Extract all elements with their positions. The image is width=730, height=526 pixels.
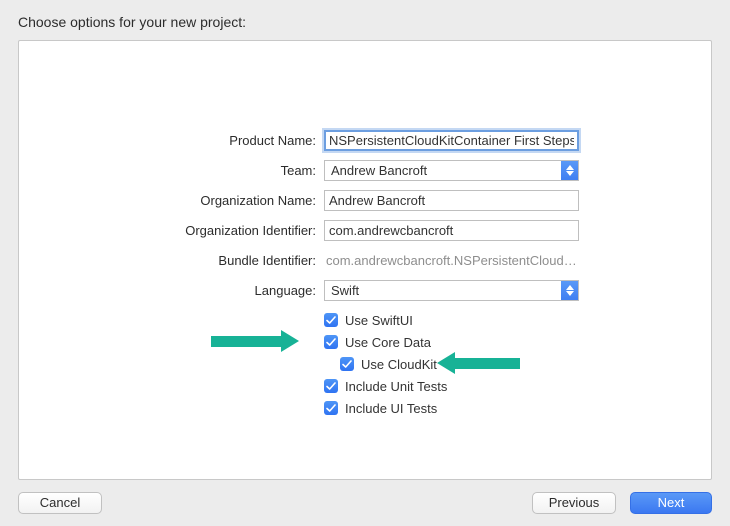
- annotation-arrow-cloudkit: [437, 354, 520, 372]
- row-org-name: Organization Name:: [19, 185, 711, 215]
- label-product-name: Product Name:: [19, 133, 324, 148]
- dialog-title: Choose options for your new project:: [18, 14, 712, 30]
- checkbox-swiftui-label: Use SwiftUI: [345, 313, 413, 328]
- label-team: Team:: [19, 163, 324, 178]
- language-select[interactable]: Swift: [324, 280, 579, 301]
- row-team: Team: Andrew Bancroft: [19, 155, 711, 185]
- next-button[interactable]: Next: [630, 492, 712, 514]
- label-language: Language:: [19, 283, 324, 298]
- team-select-value: Andrew Bancroft: [325, 163, 561, 178]
- row-bundle-id: Bundle Identifier: com.andrewcbancroft.N…: [19, 245, 711, 275]
- bundle-id-value: com.andrewcbancroft.NSPersistentCloudKit…: [324, 253, 579, 268]
- checkbox-icon: [324, 335, 338, 349]
- form-panel: Product Name: Team: Andrew Bancroft Orga…: [18, 40, 712, 480]
- checkbox-unittests[interactable]: Include Unit Tests: [324, 375, 711, 397]
- product-name-field[interactable]: [324, 130, 579, 151]
- row-product-name: Product Name:: [19, 125, 711, 155]
- dialog-footer: Cancel Previous Next: [18, 480, 712, 514]
- language-select-value: Swift: [325, 283, 561, 298]
- chevron-updown-icon: [561, 161, 578, 180]
- row-language: Language: Swift: [19, 275, 711, 305]
- checkbox-icon: [324, 379, 338, 393]
- checkbox-unittests-label: Include Unit Tests: [345, 379, 447, 394]
- checkbox-coredata-label: Use Core Data: [345, 335, 431, 350]
- previous-button[interactable]: Previous: [532, 492, 616, 514]
- checkbox-icon: [324, 313, 338, 327]
- cancel-button[interactable]: Cancel: [18, 492, 102, 514]
- chevron-updown-icon: [561, 281, 578, 300]
- label-bundle-id: Bundle Identifier:: [19, 253, 324, 268]
- checkbox-icon: [340, 357, 354, 371]
- checkbox-cloudkit-label: Use CloudKit: [361, 357, 437, 372]
- label-org-name: Organization Name:: [19, 193, 324, 208]
- annotation-arrow-coredata: [211, 332, 299, 350]
- org-name-field[interactable]: [324, 190, 579, 211]
- checkbox-coredata[interactable]: Use Core Data: [324, 331, 711, 353]
- team-select[interactable]: Andrew Bancroft: [324, 160, 579, 181]
- org-id-field[interactable]: [324, 220, 579, 241]
- checkbox-uitests[interactable]: Include UI Tests: [324, 397, 711, 419]
- label-org-id: Organization Identifier:: [19, 223, 324, 238]
- checkbox-group: Use SwiftUI Use Core Data Use CloudKit I…: [19, 305, 711, 419]
- dialog-container: Choose options for your new project: Pro…: [0, 0, 730, 526]
- row-org-id: Organization Identifier:: [19, 215, 711, 245]
- checkbox-icon: [324, 401, 338, 415]
- checkbox-swiftui[interactable]: Use SwiftUI: [324, 309, 711, 331]
- checkbox-uitests-label: Include UI Tests: [345, 401, 437, 416]
